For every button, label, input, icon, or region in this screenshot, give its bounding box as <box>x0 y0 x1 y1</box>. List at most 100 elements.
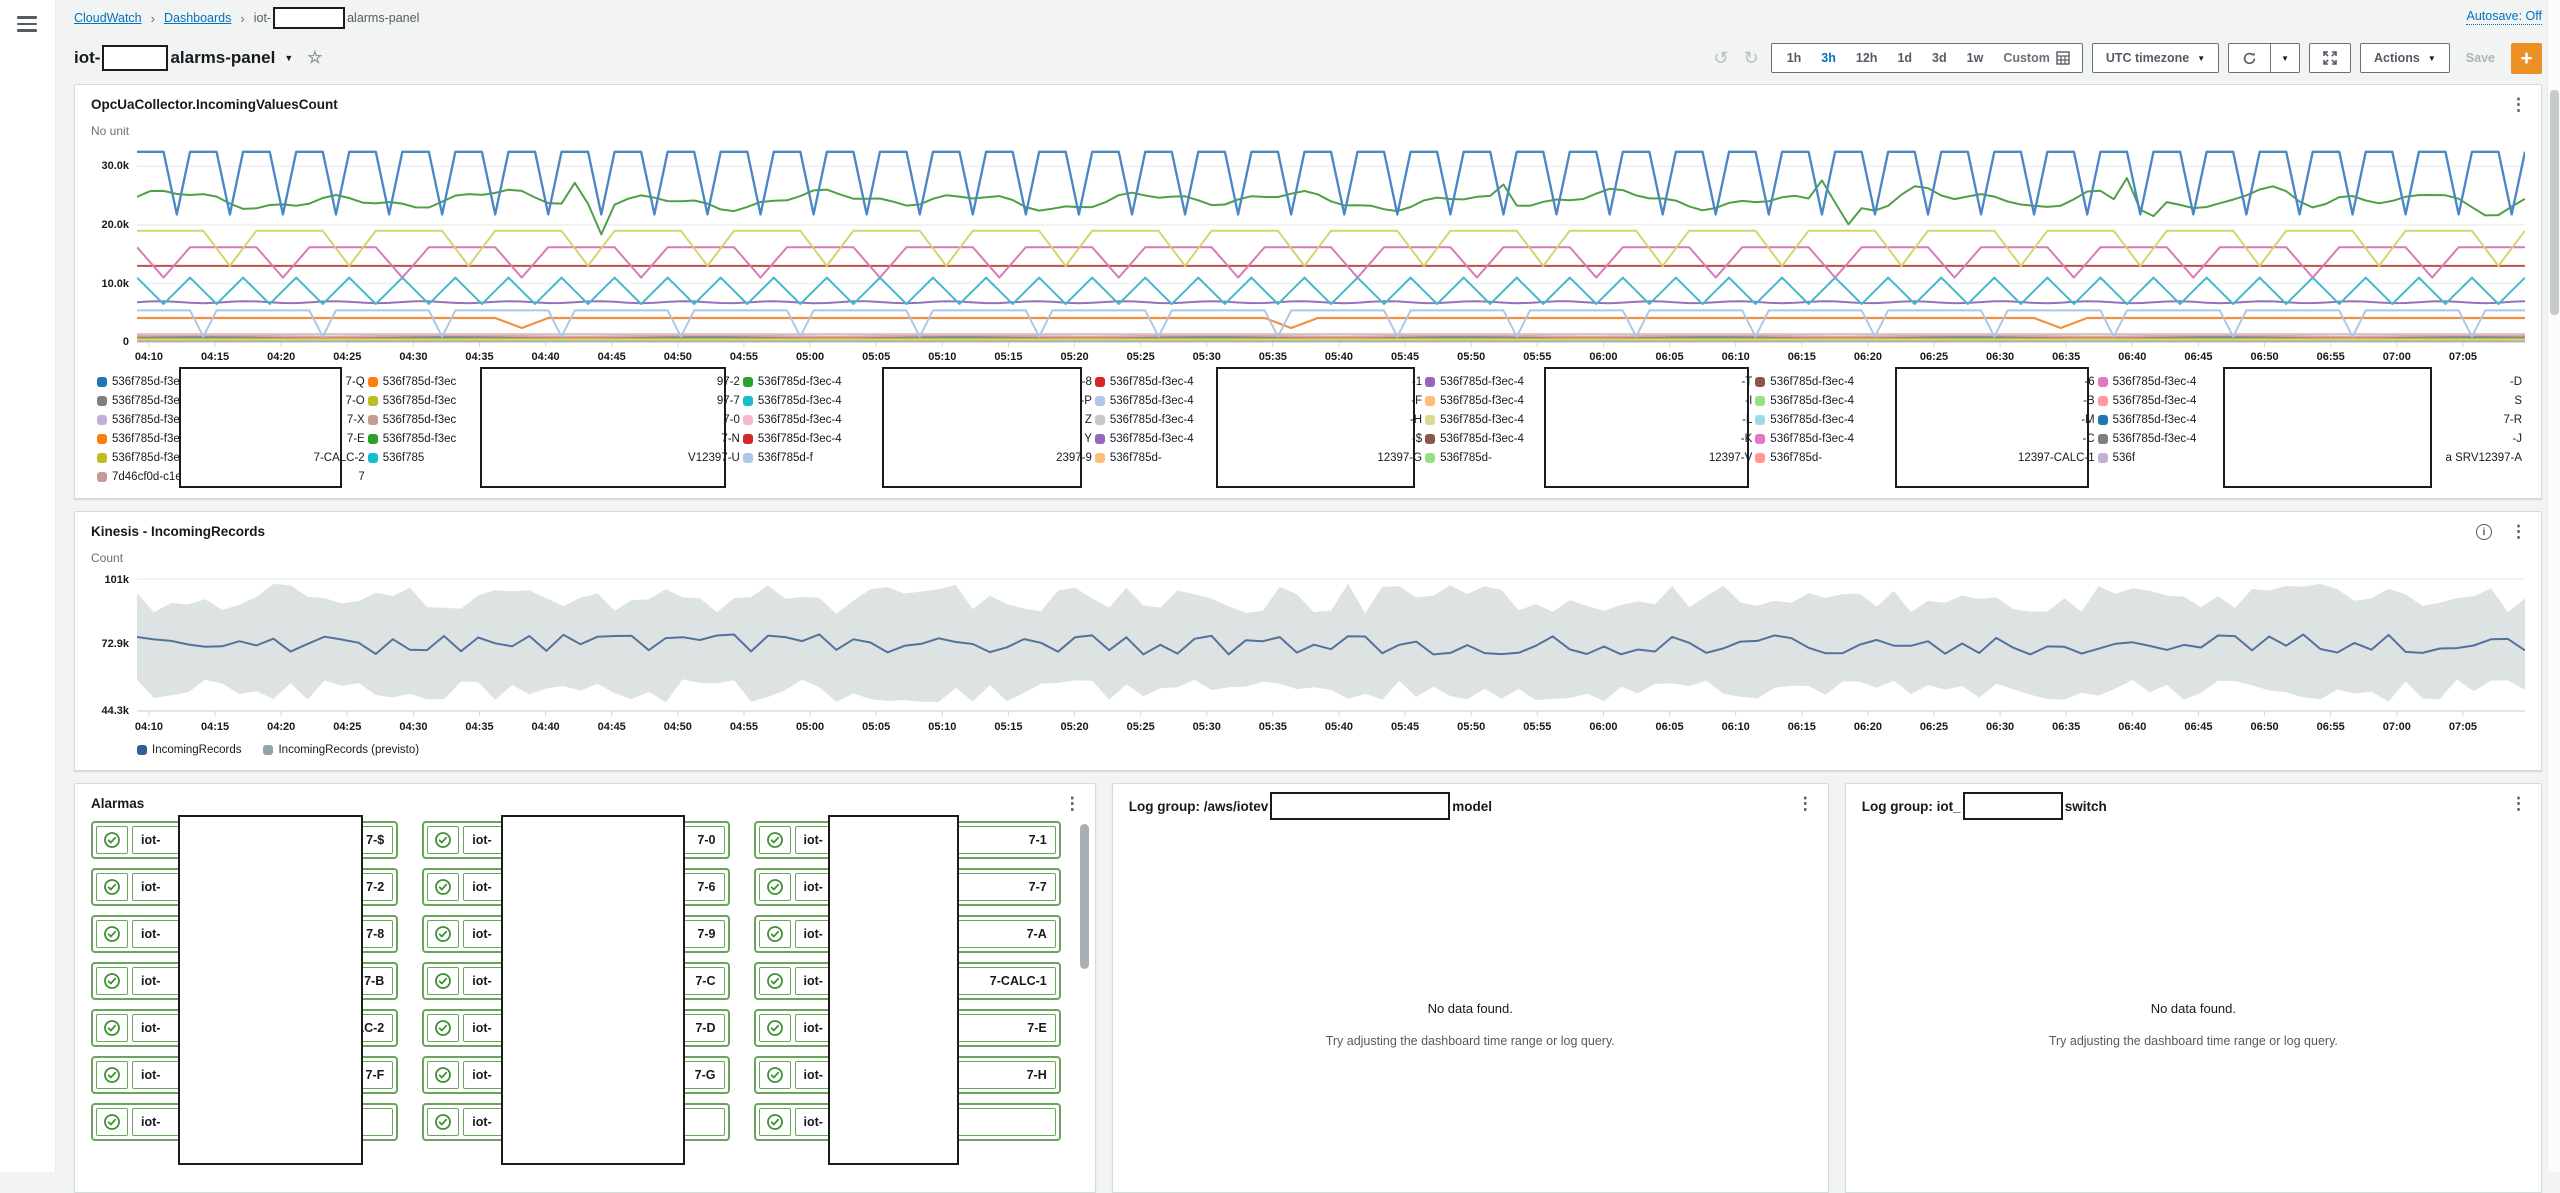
alarm-list: iot-7-$iot-7-0iot-7-1iot-7-2iot-7-6iot-7… <box>91 821 1061 1141</box>
breadcrumb-dashboards[interactable]: Dashboards <box>164 11 231 25</box>
legend-label: 536f785d-f3ec-4 <box>1440 376 1524 388</box>
favorite-star-icon[interactable]: ☆ <box>307 48 322 68</box>
y-tick: 101k <box>105 574 129 586</box>
legend-color-dot <box>368 396 378 406</box>
x-tick: 04:25 <box>333 351 361 363</box>
kinesis-line-chart[interactable] <box>137 573 2525 718</box>
page-scrollbar[interactable] <box>2547 0 2560 1172</box>
calendar-icon[interactable] <box>2056 51 2077 65</box>
legend-label: 536f785d-f3ec-4 <box>1110 395 1194 407</box>
legend-label-suffix: 97-2 <box>717 376 740 388</box>
legend-item[interactable]: IncomingRecords <box>137 744 241 756</box>
legend-label: 536f785 <box>383 452 425 464</box>
x-tick: 06:05 <box>1655 351 1683 363</box>
add-widget-button[interactable]: + <box>2511 43 2542 74</box>
legend-color-dot <box>2098 453 2108 463</box>
widget-menu-icon[interactable]: ⋮ <box>2510 523 2527 540</box>
y-axis-unit-label: Count <box>91 551 2525 565</box>
empty-state: No data found. Try adjusting the dashboa… <box>1862 1001 2525 1051</box>
x-tick: 06:45 <box>2184 721 2212 733</box>
custom-range-button[interactable]: Custom <box>1993 44 2056 72</box>
alarm-ok-icon <box>759 967 791 995</box>
widget-menu-icon[interactable]: ⋮ <box>2510 96 2527 113</box>
x-tick: 06:20 <box>1854 721 1882 733</box>
widget-menu-icon[interactable]: ⋮ <box>2510 795 2527 812</box>
save-button[interactable]: Save <box>2466 51 2495 65</box>
widget-menu-icon[interactable]: ⋮ <box>1797 795 1814 812</box>
legend-label: 536f785d-f3ec <box>383 395 457 407</box>
breadcrumb: CloudWatch › Dashboards › iot- alarms-pa… <box>74 0 2542 36</box>
range-button-1h[interactable]: 1h <box>1777 44 1812 72</box>
x-tick: 04:50 <box>664 351 692 363</box>
y-axis: 101k 72.9k 44.3k <box>91 573 137 718</box>
legend-label-suffix: 7-Q <box>346 376 365 388</box>
page-scrollbar-thumb[interactable] <box>2550 90 2559 315</box>
redaction-box <box>179 367 342 488</box>
widget-opcua-incoming-values: OpcUaCollector.IncomingValuesCount ⋮ No … <box>74 84 2542 499</box>
legend-color-dot <box>368 453 378 463</box>
x-tick: 04:30 <box>399 351 427 363</box>
widget-menu-icon[interactable]: ⋮ <box>1064 795 1081 812</box>
fullscreen-button[interactable] <box>2309 43 2351 73</box>
side-nav-rail <box>0 0 56 1172</box>
autosave-toggle[interactable]: Autosave: Off <box>2466 9 2542 25</box>
legend-item[interactable]: IncomingRecords (previsto) <box>263 744 419 756</box>
redaction-box <box>102 45 168 71</box>
empty-state-hint: Try adjusting the dashboard time range o… <box>1260 1032 1680 1051</box>
legend-label: 536f785d-f3ec-4 <box>758 376 842 388</box>
range-button-12h[interactable]: 12h <box>1846 44 1888 72</box>
legend-color-dot <box>137 745 147 755</box>
x-tick: 05:25 <box>1127 351 1155 363</box>
x-tick: 04:35 <box>465 351 493 363</box>
info-icon[interactable]: i <box>2476 524 2492 540</box>
legend-label-suffix: 7-E <box>347 433 365 445</box>
x-tick: 06:40 <box>2118 351 2146 363</box>
refresh-button[interactable] <box>2228 43 2271 73</box>
log-title-suffix: model <box>1452 799 1492 814</box>
timezone-label: UTC timezone <box>2106 51 2189 65</box>
legend-label: 536f785d-f3ec-4 <box>1770 395 1854 407</box>
legend-label-suffix: -T <box>1741 376 1752 388</box>
x-tick: 06:35 <box>2052 721 2080 733</box>
legend-label: 536f785d-f3ec <box>112 452 186 464</box>
legend-label: 536f785d-f3ec-4 <box>1440 395 1524 407</box>
legend-label: 536f785d-f3ec <box>112 414 186 426</box>
range-button-1w[interactable]: 1w <box>1957 44 1994 72</box>
title-dropdown-icon[interactable]: ▼ <box>284 53 293 63</box>
x-tick: 05:35 <box>1259 351 1287 363</box>
redo-button[interactable]: ↻ <box>1741 48 1762 69</box>
range-button-3d[interactable]: 3d <box>1922 44 1957 72</box>
opcua-line-chart[interactable] <box>137 146 2525 348</box>
breadcrumb-cloudwatch[interactable]: CloudWatch <box>74 11 142 25</box>
range-button-3h[interactable]: 3h <box>1811 44 1846 72</box>
actions-dropdown[interactable]: Actions ▼ <box>2360 43 2450 73</box>
alarm-ok-icon <box>759 1061 791 1089</box>
x-tick: 06:10 <box>1722 721 1750 733</box>
legend-label-suffix: -1 <box>1412 376 1422 388</box>
legend-label-suffix: 7-R <box>2503 414 2522 426</box>
range-button-1d[interactable]: 1d <box>1887 44 1922 72</box>
legend-label: 536f785d- <box>1770 452 1822 464</box>
legend-label: 536f785d-f3ec-4 <box>1440 414 1524 426</box>
y-tick: 20.0k <box>101 219 129 231</box>
chevron-down-icon: ▼ <box>2197 54 2205 63</box>
x-tick: 04:20 <box>267 721 295 733</box>
legend-color-dot <box>263 745 273 755</box>
x-tick: 06:25 <box>1920 351 1948 363</box>
timezone-dropdown[interactable]: UTC timezone ▼ <box>2092 43 2219 73</box>
y-tick: 72.9k <box>101 638 129 650</box>
log-title-prefix: Log group: /aws/iotev <box>1129 799 1269 814</box>
undo-button[interactable]: ↺ <box>1711 48 1732 69</box>
legend-color-dot <box>2098 434 2108 444</box>
x-tick: 06:00 <box>1589 721 1617 733</box>
redaction-box <box>1216 367 1416 488</box>
refresh-options-dropdown[interactable]: ▼ <box>2271 43 2300 73</box>
page-title-prefix: iot- <box>74 48 100 68</box>
x-tick: 06:10 <box>1722 351 1750 363</box>
alarm-list-scrollbar[interactable] <box>1080 824 1089 969</box>
hamburger-menu-icon[interactable] <box>17 16 39 32</box>
legend-label-suffix: -M <box>2081 414 2094 426</box>
legend-color-dot <box>368 415 378 425</box>
x-axis: 04:1004:1504:2004:2504:3004:3504:4004:45… <box>137 348 2525 365</box>
legend-label: 536f785d-f3ec <box>383 376 457 388</box>
